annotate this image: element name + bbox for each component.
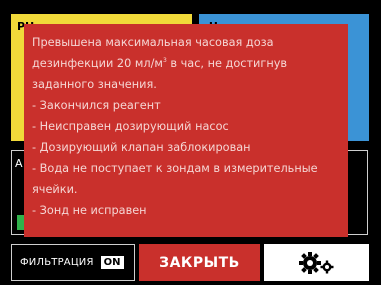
alert-reason: - Вода не поступает к зондам в измерител… [32, 162, 322, 196]
alert-reason: - Дозирующий клапан заблокирован [32, 141, 251, 154]
filtration-toggle[interactable]: ФИЛЬТРАЦИЯ ON [11, 244, 135, 281]
settings-button[interactable] [264, 244, 369, 281]
dark-tile-label: А [15, 157, 23, 170]
alert-message: Превышена максимальная часовая доза дези… [32, 32, 338, 95]
filtration-state-badge: ON [99, 255, 125, 270]
alert-reason: - Зонд не исправен [32, 204, 147, 217]
alert-reason: - Неисправен дозирующий насос [32, 120, 229, 133]
alert-reason: - Закончился реагент [32, 99, 161, 112]
gears-icon [298, 251, 333, 274]
filtration-label: ФИЛЬТРАЦИЯ [20, 257, 94, 268]
alert-dialog: Превышена максимальная часовая доза дези… [24, 24, 348, 237]
close-button[interactable]: ЗАКРЫТЬ [139, 244, 260, 281]
